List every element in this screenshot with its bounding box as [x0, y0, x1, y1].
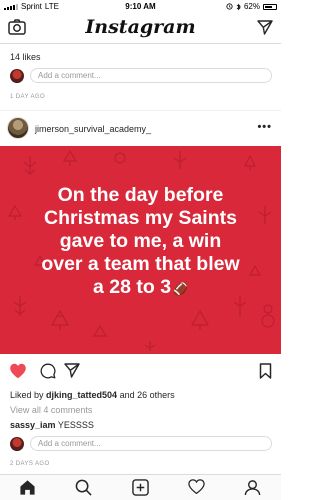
post-header: jimerson_survival_academy_ •••: [0, 110, 281, 146]
avatar: [10, 68, 24, 83]
heart-icon[interactable]: [9, 363, 27, 379]
new-post-icon[interactable]: [132, 479, 149, 496]
bottom-tab-bar: [0, 474, 281, 500]
image-text-line: gave to me, a win: [59, 230, 222, 252]
battery-icon: [263, 3, 277, 10]
football-emoji: 🏈: [173, 282, 188, 296]
post-image[interactable]: On the day before Christmas my Saints ga…: [0, 146, 281, 354]
image-text-line: Christmas my Saints: [44, 207, 237, 229]
post-image-caption: On the day before Christmas my Saints ga…: [0, 184, 281, 301]
post-actions: [0, 362, 281, 382]
profile-icon[interactable]: [244, 479, 261, 496]
home-icon[interactable]: [19, 479, 36, 496]
image-text-line: On the day before: [57, 184, 224, 206]
previous-post-comment-row: Add a comment...: [10, 67, 272, 84]
alarm-icon: [226, 3, 233, 10]
more-options-icon[interactable]: •••: [257, 121, 272, 133]
liked-by-text[interactable]: Liked by djking_tatted504 and 26 others: [10, 390, 175, 400]
previous-post-timestamp: 1 DAY AGO: [10, 94, 46, 100]
post-username[interactable]: jimerson_survival_academy_: [35, 124, 151, 134]
top-navigation: Instagram: [0, 12, 281, 44]
post-comment-row: Add a comment...: [10, 435, 272, 452]
bookmark-icon[interactable]: [259, 363, 272, 379]
direct-message-icon[interactable]: [257, 20, 273, 35]
status-bar: Sprint LTE 9:10 AM 62%: [0, 0, 281, 12]
comment-icon[interactable]: [40, 363, 56, 379]
battery-percent: 62%: [243, 2, 260, 11]
activity-icon[interactable]: [188, 479, 205, 495]
post-timestamp: 2 DAYS AGO: [10, 461, 50, 467]
comment-user[interactable]: sassy_iam: [10, 420, 56, 430]
comment-input[interactable]: Add a comment...: [30, 436, 272, 451]
comment-text: YESSSS: [57, 420, 94, 430]
status-right: 62%: [226, 2, 277, 11]
search-icon[interactable]: [75, 479, 92, 496]
liked-by-prefix: Liked by: [10, 390, 44, 400]
comment-input[interactable]: Add a comment...: [30, 68, 272, 83]
previous-post-likes[interactable]: 14 likes: [10, 52, 41, 62]
view-all-comments-link[interactable]: View all 4 comments: [10, 405, 92, 415]
post-avatar[interactable]: [7, 117, 29, 139]
share-icon[interactable]: [64, 363, 80, 378]
avatar: [10, 436, 24, 451]
image-text-line: a 28 to 3 🏈: [93, 276, 188, 298]
liked-by-suffix[interactable]: and 26 others: [120, 390, 175, 400]
image-text-line: over a team that blew: [41, 253, 240, 275]
bluetooth-icon: [236, 3, 241, 10]
instagram-logo[interactable]: Instagram: [0, 16, 281, 38]
liked-by-user[interactable]: djking_tatted504: [46, 390, 117, 400]
comment-item: sassy_iam YESSSS: [10, 420, 94, 430]
